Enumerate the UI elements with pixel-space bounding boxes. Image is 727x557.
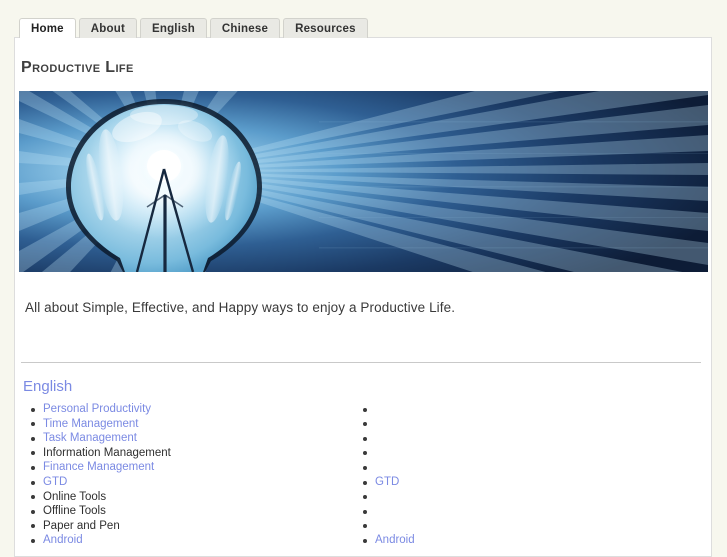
list-item[interactable]: GTD bbox=[359, 475, 689, 490]
list-item-label: Online Tools bbox=[43, 490, 107, 503]
list-item[interactable]: Task Management bbox=[27, 431, 347, 446]
list-item-link[interactable]: Time Management bbox=[43, 418, 138, 430]
list-item-link[interactable]: GTD bbox=[43, 476, 67, 488]
content-panel: Productive Life All about Simple, Effect… bbox=[14, 37, 712, 557]
list-item-link[interactable]: Personal Productivity bbox=[43, 403, 151, 415]
list-item[interactable]: Personal Productivity bbox=[27, 402, 347, 417]
tab-english[interactable]: English bbox=[139, 18, 207, 38]
list-item bbox=[359, 519, 689, 534]
primary-tab-bar: Home About English Chinese Resources bbox=[19, 17, 371, 38]
hero-banner-lightbulb-image bbox=[19, 91, 708, 272]
list-item bbox=[359, 460, 689, 475]
list-item: Online Tools bbox=[27, 490, 347, 505]
list-item: Information Management bbox=[27, 446, 347, 461]
list-item bbox=[359, 446, 689, 461]
list-item bbox=[359, 417, 689, 432]
list-item-link[interactable]: GTD bbox=[375, 476, 399, 488]
list-item bbox=[359, 490, 689, 505]
link-list-right-column: GTD Android bbox=[359, 402, 689, 548]
list-item-link[interactable]: Task Management bbox=[43, 432, 137, 444]
list-item[interactable]: Time Management bbox=[27, 417, 347, 432]
tab-about[interactable]: About bbox=[78, 18, 137, 38]
list-item[interactable]: GTD bbox=[27, 475, 347, 490]
tab-resources[interactable]: Resources bbox=[283, 18, 368, 38]
list-item bbox=[359, 504, 689, 519]
tagline-text: All about Simple, Effective, and Happy w… bbox=[25, 299, 456, 315]
link-list-left-column: Personal Productivity Time Management Task… bbox=[27, 402, 347, 548]
tab-chinese[interactable]: Chinese bbox=[209, 18, 281, 38]
list-item[interactable]: Finance Management bbox=[27, 460, 347, 475]
list-item-label: Offline Tools bbox=[43, 505, 106, 518]
list-item-label: Information Management bbox=[43, 446, 171, 459]
list-item: Paper and Pen bbox=[27, 519, 347, 534]
list-item[interactable]: Android bbox=[359, 533, 689, 548]
site-title: Productive Life bbox=[21, 59, 134, 76]
tab-home[interactable]: Home bbox=[19, 18, 76, 38]
lightbulb-image bbox=[19, 91, 708, 272]
section-heading-english[interactable]: English bbox=[23, 378, 72, 395]
list-item-label: Paper and Pen bbox=[43, 519, 120, 532]
list-item: Offline Tools bbox=[27, 504, 347, 519]
list-item bbox=[359, 402, 689, 417]
list-item-link[interactable]: Finance Management bbox=[43, 461, 154, 473]
list-item[interactable]: Android bbox=[27, 533, 347, 548]
list-item bbox=[359, 431, 689, 446]
section-divider bbox=[21, 362, 701, 363]
